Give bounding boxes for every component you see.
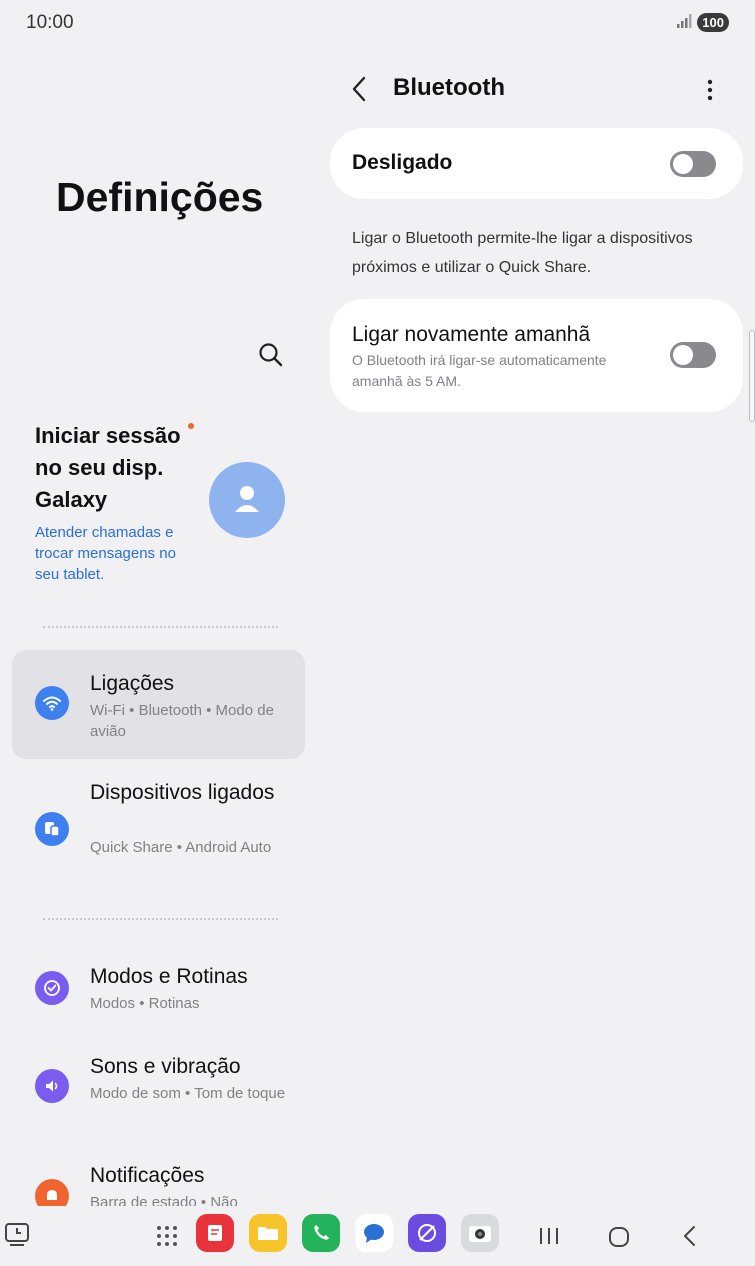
menu-item-subtitle: Modo de som • Tom de toque	[90, 1085, 286, 1102]
menu-item-title: Notificações	[90, 1164, 205, 1187]
search-icon	[259, 343, 283, 367]
status-bar: 10:00 100	[0, 0, 755, 44]
files-app-icon[interactable]	[249, 1214, 287, 1252]
home-button[interactable]	[608, 1226, 630, 1253]
bell-icon	[35, 1179, 69, 1206]
back-nav-button[interactable]	[680, 1224, 700, 1253]
page-title: Bluetooth	[393, 74, 505, 101]
settings-list-pane: Definições Iniciar sessão no seu disp. G…	[0, 44, 318, 1206]
pane-scrollbar[interactable]	[749, 330, 755, 422]
menu-item-modes-routines[interactable]: Modos e Rotinas Modos • Rotinas	[12, 956, 305, 1026]
screen-time-icon	[5, 1223, 29, 1246]
section-divider	[43, 626, 278, 628]
menu-item-sounds[interactable]: Sons e vibração Modo de som • Tom de toq…	[12, 1046, 305, 1136]
signal-icon	[677, 14, 693, 33]
menu-item-subtitle: Barra de estado • Não	[90, 1194, 238, 1206]
account-signin-card[interactable]: Iniciar sessão no seu disp. Galaxy Atend…	[35, 420, 305, 585]
battery-indicator: 100	[697, 13, 729, 32]
sound-icon	[35, 1069, 69, 1103]
screen-time-button[interactable]	[4, 1222, 32, 1253]
menu-item-title: Modos e Rotinas	[90, 965, 248, 988]
account-signin-title: Iniciar sessão no seu disp. Galaxy	[35, 423, 181, 512]
menu-item-notifications[interactable]: Notificações Barra de estado • Não	[12, 1155, 305, 1206]
notes-app-icon[interactable]	[196, 1214, 234, 1252]
turn-on-tomorrow-label: Ligar novamente amanhã	[352, 323, 591, 346]
camera-app-icon[interactable]	[461, 1214, 499, 1252]
more-options-button[interactable]	[698, 76, 722, 104]
chevron-left-icon	[352, 76, 366, 102]
status-time: 10:00	[26, 12, 74, 33]
menu-item-subtitle: Modos • Rotinas	[90, 995, 200, 1012]
bluetooth-description: Ligar o Bluetooth permite-lhe ligar a di…	[352, 230, 693, 276]
wifi-icon	[35, 686, 69, 720]
app-drawer-button[interactable]	[155, 1224, 179, 1253]
notification-dot	[188, 423, 194, 429]
grid-icon	[157, 1226, 177, 1246]
search-button[interactable]	[256, 340, 286, 370]
menu-item-title: Sons e vibração	[90, 1055, 241, 1078]
home-icon	[609, 1227, 629, 1247]
menu-item-connected-devices[interactable]: Dispositivos ligados Quick Share • Andro…	[12, 775, 305, 890]
messages-app-icon[interactable]	[355, 1214, 393, 1252]
bluetooth-state-label: Desligado	[352, 151, 453, 174]
account-signin-subtitle: Atender chamadas e trocar mensagens no s…	[35, 524, 176, 583]
turn-on-tomorrow-row[interactable]: Ligar novamente amanhã O Bluetooth irá l…	[330, 299, 743, 412]
bluetooth-toggle[interactable]	[670, 151, 716, 177]
toggle-knob	[673, 154, 693, 174]
menu-item-subtitle: Quick Share • Android Auto	[90, 839, 272, 856]
page-title: Definições	[56, 174, 264, 220]
menu-item-connections[interactable]: Ligações Wi-Fi • Bluetooth • Modo de avi…	[12, 650, 305, 759]
internet-app-icon[interactable]	[408, 1214, 446, 1252]
connected-devices-icon	[35, 812, 69, 846]
menu-item-subtitle: Wi-Fi • Bluetooth • Modo de avião	[90, 702, 274, 740]
taskbar	[0, 1206, 755, 1266]
recent-apps-icon	[540, 1228, 558, 1244]
recent-apps-button[interactable]	[538, 1226, 560, 1251]
menu-item-title: Ligações	[90, 672, 175, 695]
toggle-knob	[673, 345, 693, 365]
more-vert-icon	[707, 79, 713, 101]
turn-on-tomorrow-toggle[interactable]	[670, 342, 716, 368]
menu-item-title: Dispositivos ligados	[90, 781, 275, 804]
phone-app-icon[interactable]	[302, 1214, 340, 1252]
bluetooth-main-toggle-row[interactable]: Desligado	[330, 128, 743, 199]
avatar[interactable]	[209, 462, 285, 538]
section-divider	[43, 918, 278, 920]
person-icon	[235, 486, 259, 512]
back-button[interactable]	[348, 74, 372, 104]
turn-on-tomorrow-subtitle: O Bluetooth irá ligar-se automaticamente…	[352, 352, 607, 389]
modes-routines-icon	[35, 971, 69, 1005]
chevron-left-icon	[684, 1226, 695, 1246]
